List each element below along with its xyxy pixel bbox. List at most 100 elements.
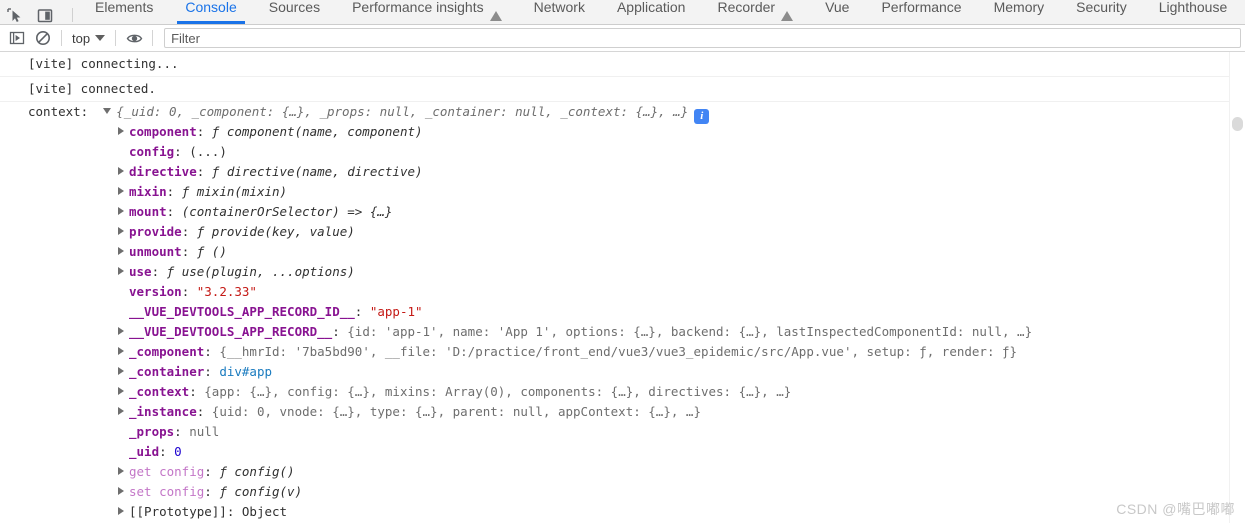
tab-recorder[interactable]: Recorder: [701, 0, 809, 24]
clear-console-icon[interactable]: [30, 27, 56, 49]
console-message-list[interactable]: [vite] connecting... [vite] connected. c…: [0, 52, 1245, 523]
object-property-row[interactable]: get config: ƒ config(): [0, 462, 1245, 482]
property-value: ƒ component(name, component): [211, 124, 423, 139]
disclosure-triangle-icon[interactable]: [118, 487, 124, 495]
object-property-row[interactable]: use: ƒ use(plugin, ...options): [0, 262, 1245, 282]
warning-triangle-icon: [781, 11, 794, 21]
tab-sources[interactable]: Sources: [253, 0, 336, 24]
object-property-row[interactable]: _instance: {uid: 0, vnode: {…}, type: {……: [0, 402, 1245, 422]
disclosure-triangle-icon[interactable]: [118, 267, 124, 275]
disclosure-triangle-icon[interactable]: [118, 467, 124, 475]
object-property-row[interactable]: _container: div#app: [0, 362, 1245, 382]
tab-vue[interactable]: Vue: [809, 0, 865, 24]
disclosure-triangle-icon[interactable]: [118, 247, 124, 255]
property-value: "app-1": [369, 304, 423, 319]
toolbar-divider: [115, 30, 117, 46]
inspect-element-icon[interactable]: [6, 7, 24, 24]
object-property-row[interactable]: _uid: 0: [0, 442, 1245, 462]
property-key: _instance: [129, 404, 197, 419]
console-filter-input[interactable]: [164, 28, 1241, 48]
disclosure-triangle-icon[interactable]: [118, 207, 124, 215]
tab-console[interactable]: Console: [169, 0, 252, 24]
object-property-row[interactable]: mount: (containerOrSelector) => {…}: [0, 202, 1245, 222]
object-property-row[interactable]: __VUE_DEVTOOLS_APP_RECORD__: {id: 'app-1…: [0, 322, 1245, 342]
console-message[interactable]: [vite] connecting...: [0, 52, 1245, 77]
disclosure-triangle-icon[interactable]: [118, 407, 124, 415]
object-property-row[interactable]: directive: ƒ directive(name, directive): [0, 162, 1245, 182]
property-value: ƒ (): [196, 244, 227, 259]
object-property-row[interactable]: _component: {__hmrId: '7ba5bd90', __file…: [0, 342, 1245, 362]
property-key: __VUE_DEVTOOLS_APP_RECORD__: [129, 324, 333, 339]
property-key: config: [129, 144, 175, 159]
disclosure-triangle-icon[interactable]: [118, 347, 124, 355]
property-key: unmount: [129, 244, 182, 259]
device-toolbar-icon[interactable]: [36, 7, 54, 24]
disclosure-triangle-icon[interactable]: [118, 227, 124, 235]
disclosure-triangle-icon[interactable]: [118, 367, 124, 375]
object-property-row[interactable]: _props: null: [0, 422, 1245, 442]
toolbar-divider: [61, 30, 62, 46]
disclosure-triangle-open-icon[interactable]: [103, 108, 112, 114]
property-value[interactable]: div#app: [219, 364, 272, 379]
property-key: mixin: [129, 184, 167, 199]
live-expression-eye-icon[interactable]: [121, 27, 147, 49]
object-property-row[interactable]: set config: ƒ config(v): [0, 482, 1245, 502]
console-sidebar-toggle-icon[interactable]: [4, 27, 30, 49]
console-toolbar: top: [0, 25, 1245, 52]
property-value: "3.2.33": [196, 284, 257, 299]
console-scrollbar[interactable]: [1229, 52, 1245, 523]
console-message[interactable]: [vite] connected.: [0, 77, 1245, 102]
property-key: _uid: [129, 444, 160, 459]
disclosure-triangle-icon[interactable]: [118, 187, 124, 195]
scrollbar-thumb[interactable]: [1232, 117, 1243, 131]
property-key: __VUE_DEVTOOLS_APP_RECORD_ID__: [129, 304, 355, 319]
property-key: directive: [129, 164, 197, 179]
tab-lighthouse[interactable]: Lighthouse: [1143, 0, 1244, 24]
disclosure-triangle-icon[interactable]: [118, 507, 124, 515]
object-property-row[interactable]: [[Prototype]]: Object: [0, 502, 1245, 522]
object-header-line[interactable]: context: {_uid: 0, _component: {…}, _pro…: [0, 102, 1245, 124]
property-key: set config: [129, 484, 205, 499]
tab-performance[interactable]: Performance: [865, 0, 977, 24]
tab-security[interactable]: Security: [1060, 0, 1143, 24]
object-property-row[interactable]: config: (...): [0, 142, 1245, 162]
property-key: _props: [129, 424, 175, 439]
property-key: [[Prototype]]: [129, 504, 227, 519]
disclosure-triangle-icon[interactable]: [118, 127, 124, 135]
object-property-row[interactable]: component: ƒ component(name, component): [0, 122, 1245, 142]
tab-performance-insights[interactable]: Performance insights: [336, 0, 518, 24]
property-value: ƒ provide(key, value): [196, 224, 355, 239]
property-key: _component: [129, 344, 205, 359]
warning-triangle-icon: [489, 11, 502, 21]
property-value: {uid: 0, vnode: {…}, type: {…}, parent: …: [211, 404, 701, 419]
object-property-row[interactable]: _context: {app: {…}, config: {…}, mixins…: [0, 382, 1245, 402]
tab-memory[interactable]: Memory: [978, 0, 1061, 24]
object-property-row[interactable]: mixin: ƒ mixin(mixin): [0, 182, 1245, 202]
console-object-message[interactable]: context: {_uid: 0, _component: {…}, _pro…: [0, 102, 1245, 523]
object-property-row[interactable]: provide: ƒ provide(key, value): [0, 222, 1245, 242]
property-value: null: [189, 424, 220, 439]
context-selector-label: top: [72, 30, 91, 46]
devtools-tabs: Elements Console Sources Performance ins…: [79, 0, 1243, 24]
tab-elements[interactable]: Elements: [79, 0, 169, 24]
tab-network[interactable]: Network: [518, 0, 601, 24]
javascript-context-selector[interactable]: top: [67, 29, 110, 48]
object-label: context:: [28, 104, 89, 119]
info-icon[interactable]: i: [694, 109, 710, 124]
disclosure-triangle-icon[interactable]: [118, 167, 124, 175]
console-message-text: [vite] connected.: [28, 81, 156, 96]
property-key: component: [129, 124, 197, 139]
object-property-row[interactable]: version: "3.2.33": [0, 282, 1245, 302]
disclosure-triangle-icon[interactable]: [118, 327, 124, 335]
property-value: ƒ use(plugin, ...options): [166, 264, 355, 279]
tab-application[interactable]: Application: [601, 0, 702, 24]
property-value[interactable]: (...): [189, 144, 227, 159]
disclosure-triangle-icon[interactable]: [118, 387, 124, 395]
object-property-row[interactable]: unmount: ƒ (): [0, 242, 1245, 262]
property-key: use: [129, 264, 152, 279]
property-value: 0: [174, 444, 182, 459]
object-property-row[interactable]: __VUE_DEVTOOLS_APP_RECORD_ID__: "app-1": [0, 302, 1245, 322]
property-key: _context: [129, 384, 190, 399]
tabbar-divider: [72, 8, 73, 22]
